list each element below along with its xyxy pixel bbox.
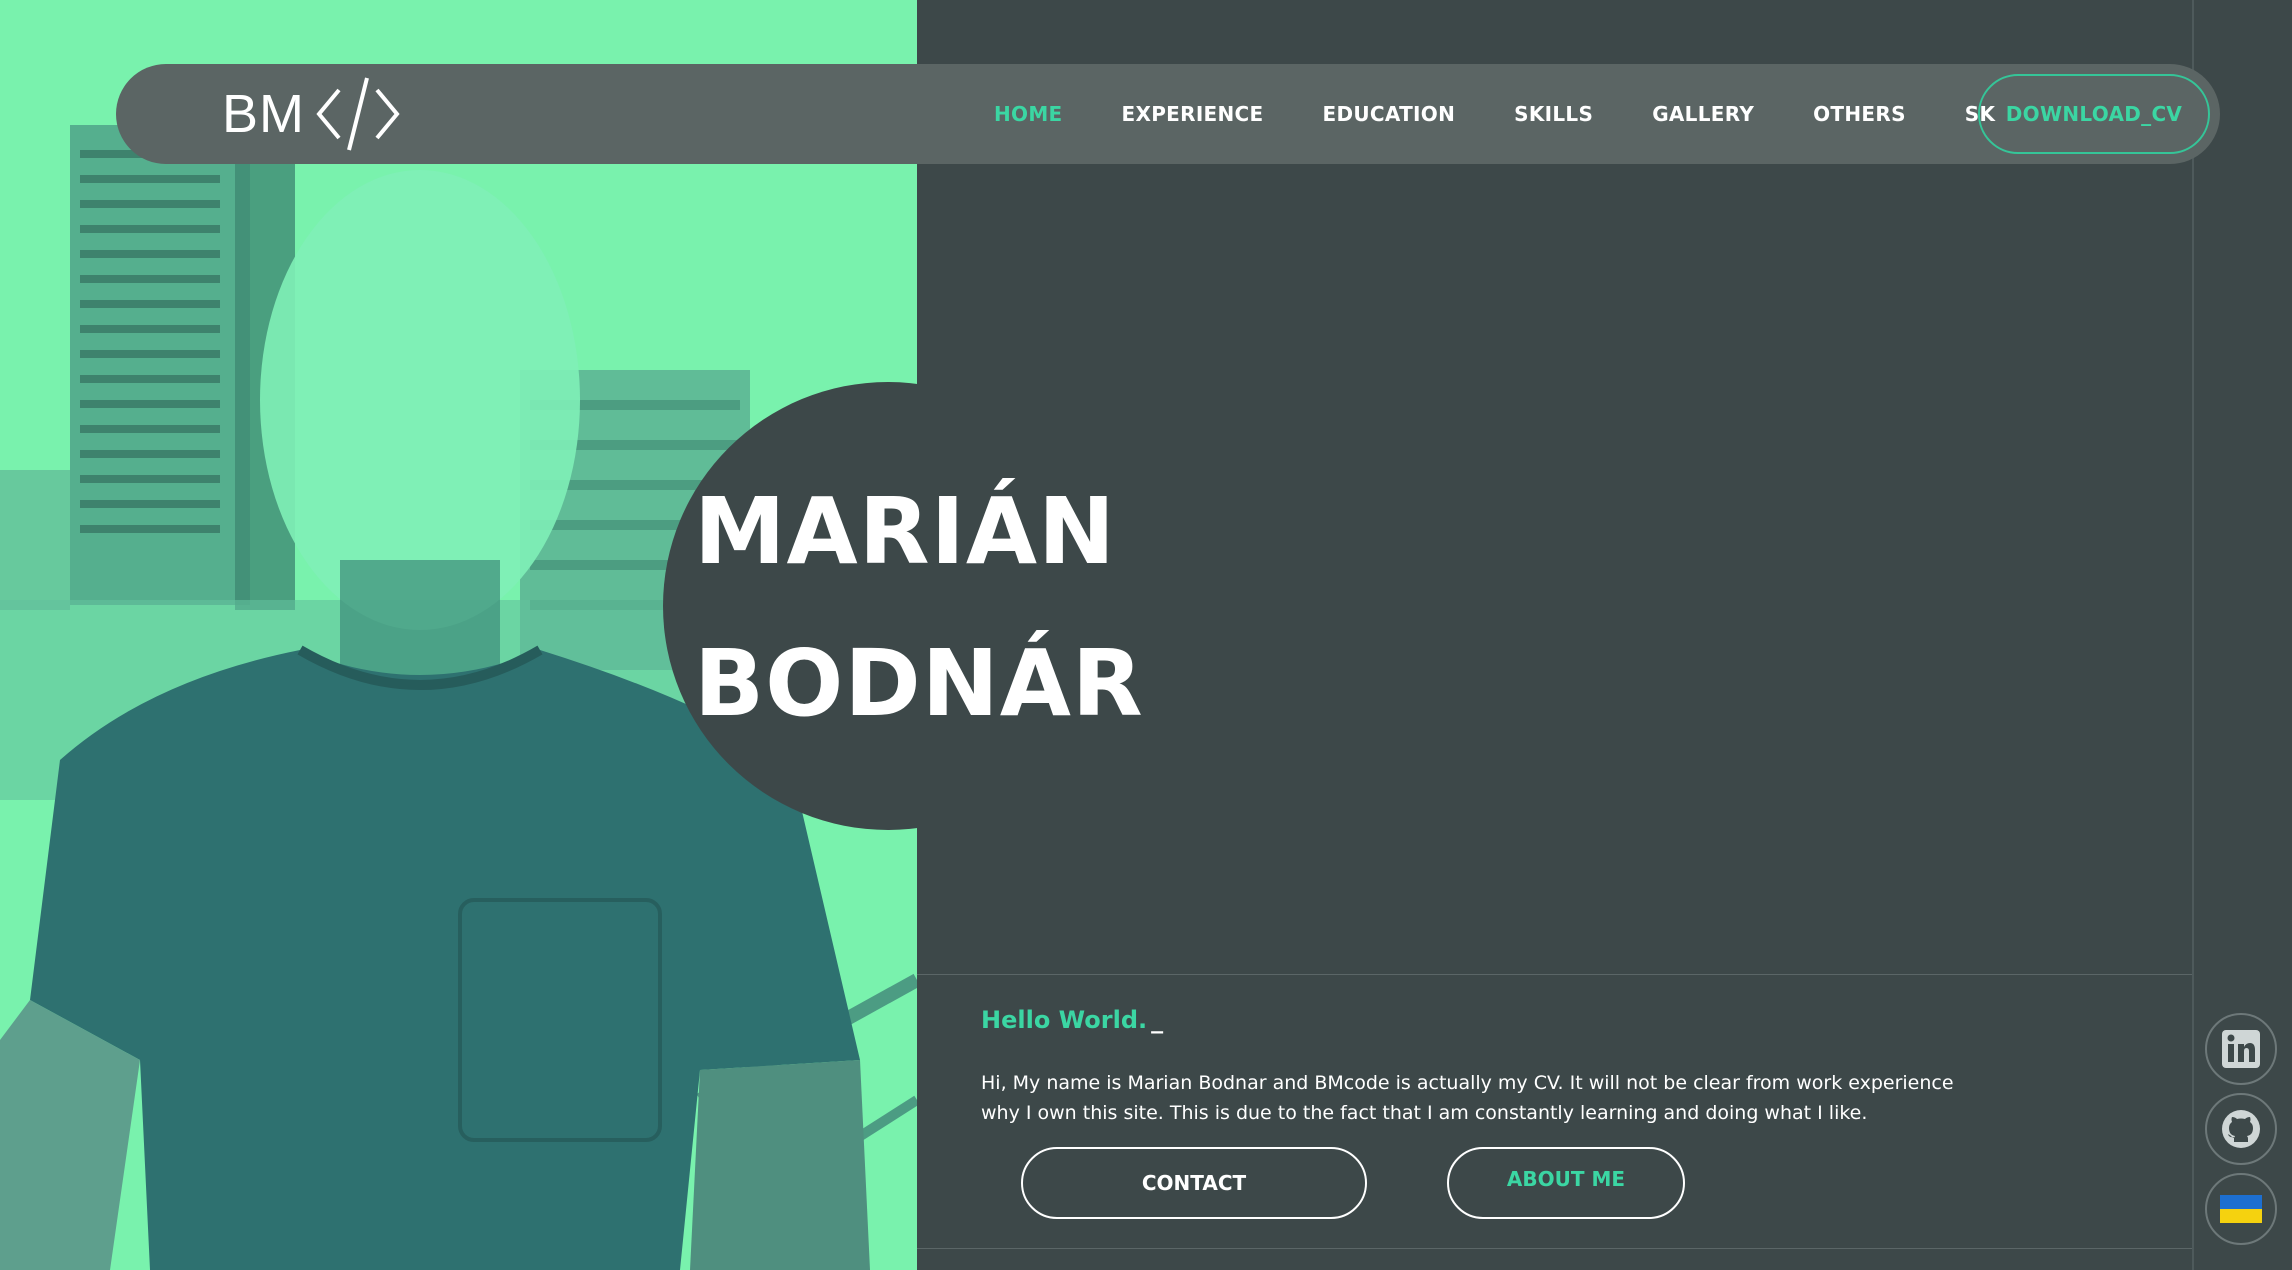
nav-gallery[interactable]: GALLERY: [1652, 102, 1754, 126]
linkedin-icon: [2222, 1030, 2260, 1068]
name-backdrop-fill: [917, 382, 1217, 830]
intro-greeting: Hello World.: [981, 1006, 1148, 1034]
nav-experience[interactable]: EXPERIENCE: [1122, 102, 1264, 126]
linkedin-link[interactable]: [2205, 1013, 2277, 1085]
nav-others[interactable]: OTHERS: [1813, 102, 1906, 126]
intro-greeting-line: Hello World. _: [981, 1006, 1163, 1034]
ukraine-support-link[interactable]: [2205, 1173, 2277, 1245]
intro-divider-top: [917, 974, 2192, 975]
hero-first-name: MARIÁN: [694, 478, 1117, 585]
nav-education[interactable]: EDUCATION: [1323, 102, 1456, 126]
logo-text: BM: [222, 84, 305, 144]
download-cv-button[interactable]: DOWNLOAD_CV: [1978, 74, 2210, 154]
github-icon: [2222, 1110, 2260, 1148]
intro-text: Hi, My name is Marian Bodnar and BMcode …: [981, 1072, 1954, 1124]
typing-cursor: _: [1151, 1006, 1164, 1034]
navbar: BM HOME EXPERIENCE EDUCATION SKILLS GALL…: [116, 64, 2220, 164]
intro-divider-bottom: [917, 1248, 2192, 1249]
logo[interactable]: BM: [222, 74, 401, 154]
main-nav: HOME EXPERIENCE EDUCATION SKILLS GALLERY…: [994, 64, 2023, 164]
github-link[interactable]: [2205, 1093, 2277, 1165]
about-me-button[interactable]: ABOUT ME: [1447, 1147, 1685, 1219]
nav-home[interactable]: HOME: [994, 102, 1063, 126]
nav-skills[interactable]: SKILLS: [1514, 102, 1593, 126]
hero-last-name: BODNÁR: [694, 630, 1144, 737]
code-brackets-icon: [316, 77, 400, 151]
page: BM HOME EXPERIENCE EDUCATION SKILLS GALL…: [0, 0, 2292, 1270]
ukraine-flag-icon: [2220, 1195, 2262, 1223]
contact-button[interactable]: CONTACT: [1021, 1147, 1367, 1219]
side-divider: [2192, 0, 2194, 1270]
